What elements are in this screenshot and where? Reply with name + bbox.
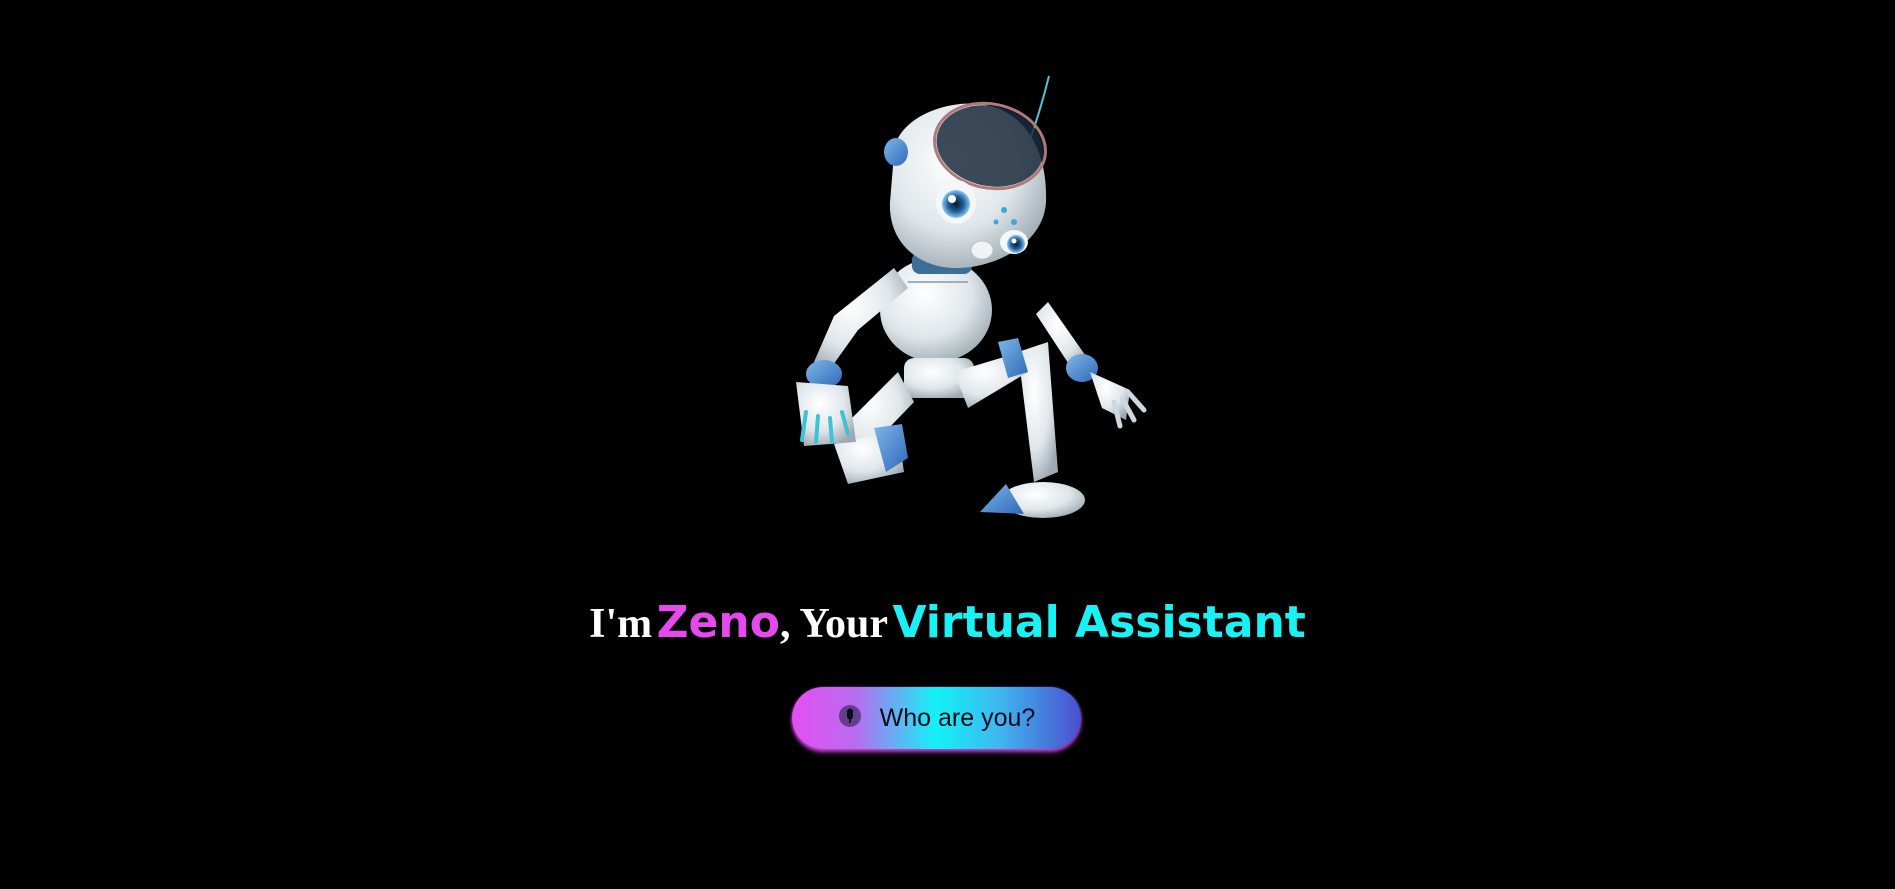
headline-connector: , Your: [779, 601, 889, 647]
assistant-name: Zeno: [656, 597, 780, 648]
headline: I'm Zeno, Your Virtual Assistant: [0, 588, 1895, 658]
who-are-you-label: Who are you?: [879, 703, 1036, 732]
robot-illustration: [796, 75, 1147, 518]
who-are-you-button[interactable]: Who are you?: [792, 687, 1081, 749]
headline-intro: I'm: [589, 601, 653, 647]
assistant-role: Virtual Assistant: [892, 597, 1306, 648]
mic-icon: [838, 705, 861, 727]
